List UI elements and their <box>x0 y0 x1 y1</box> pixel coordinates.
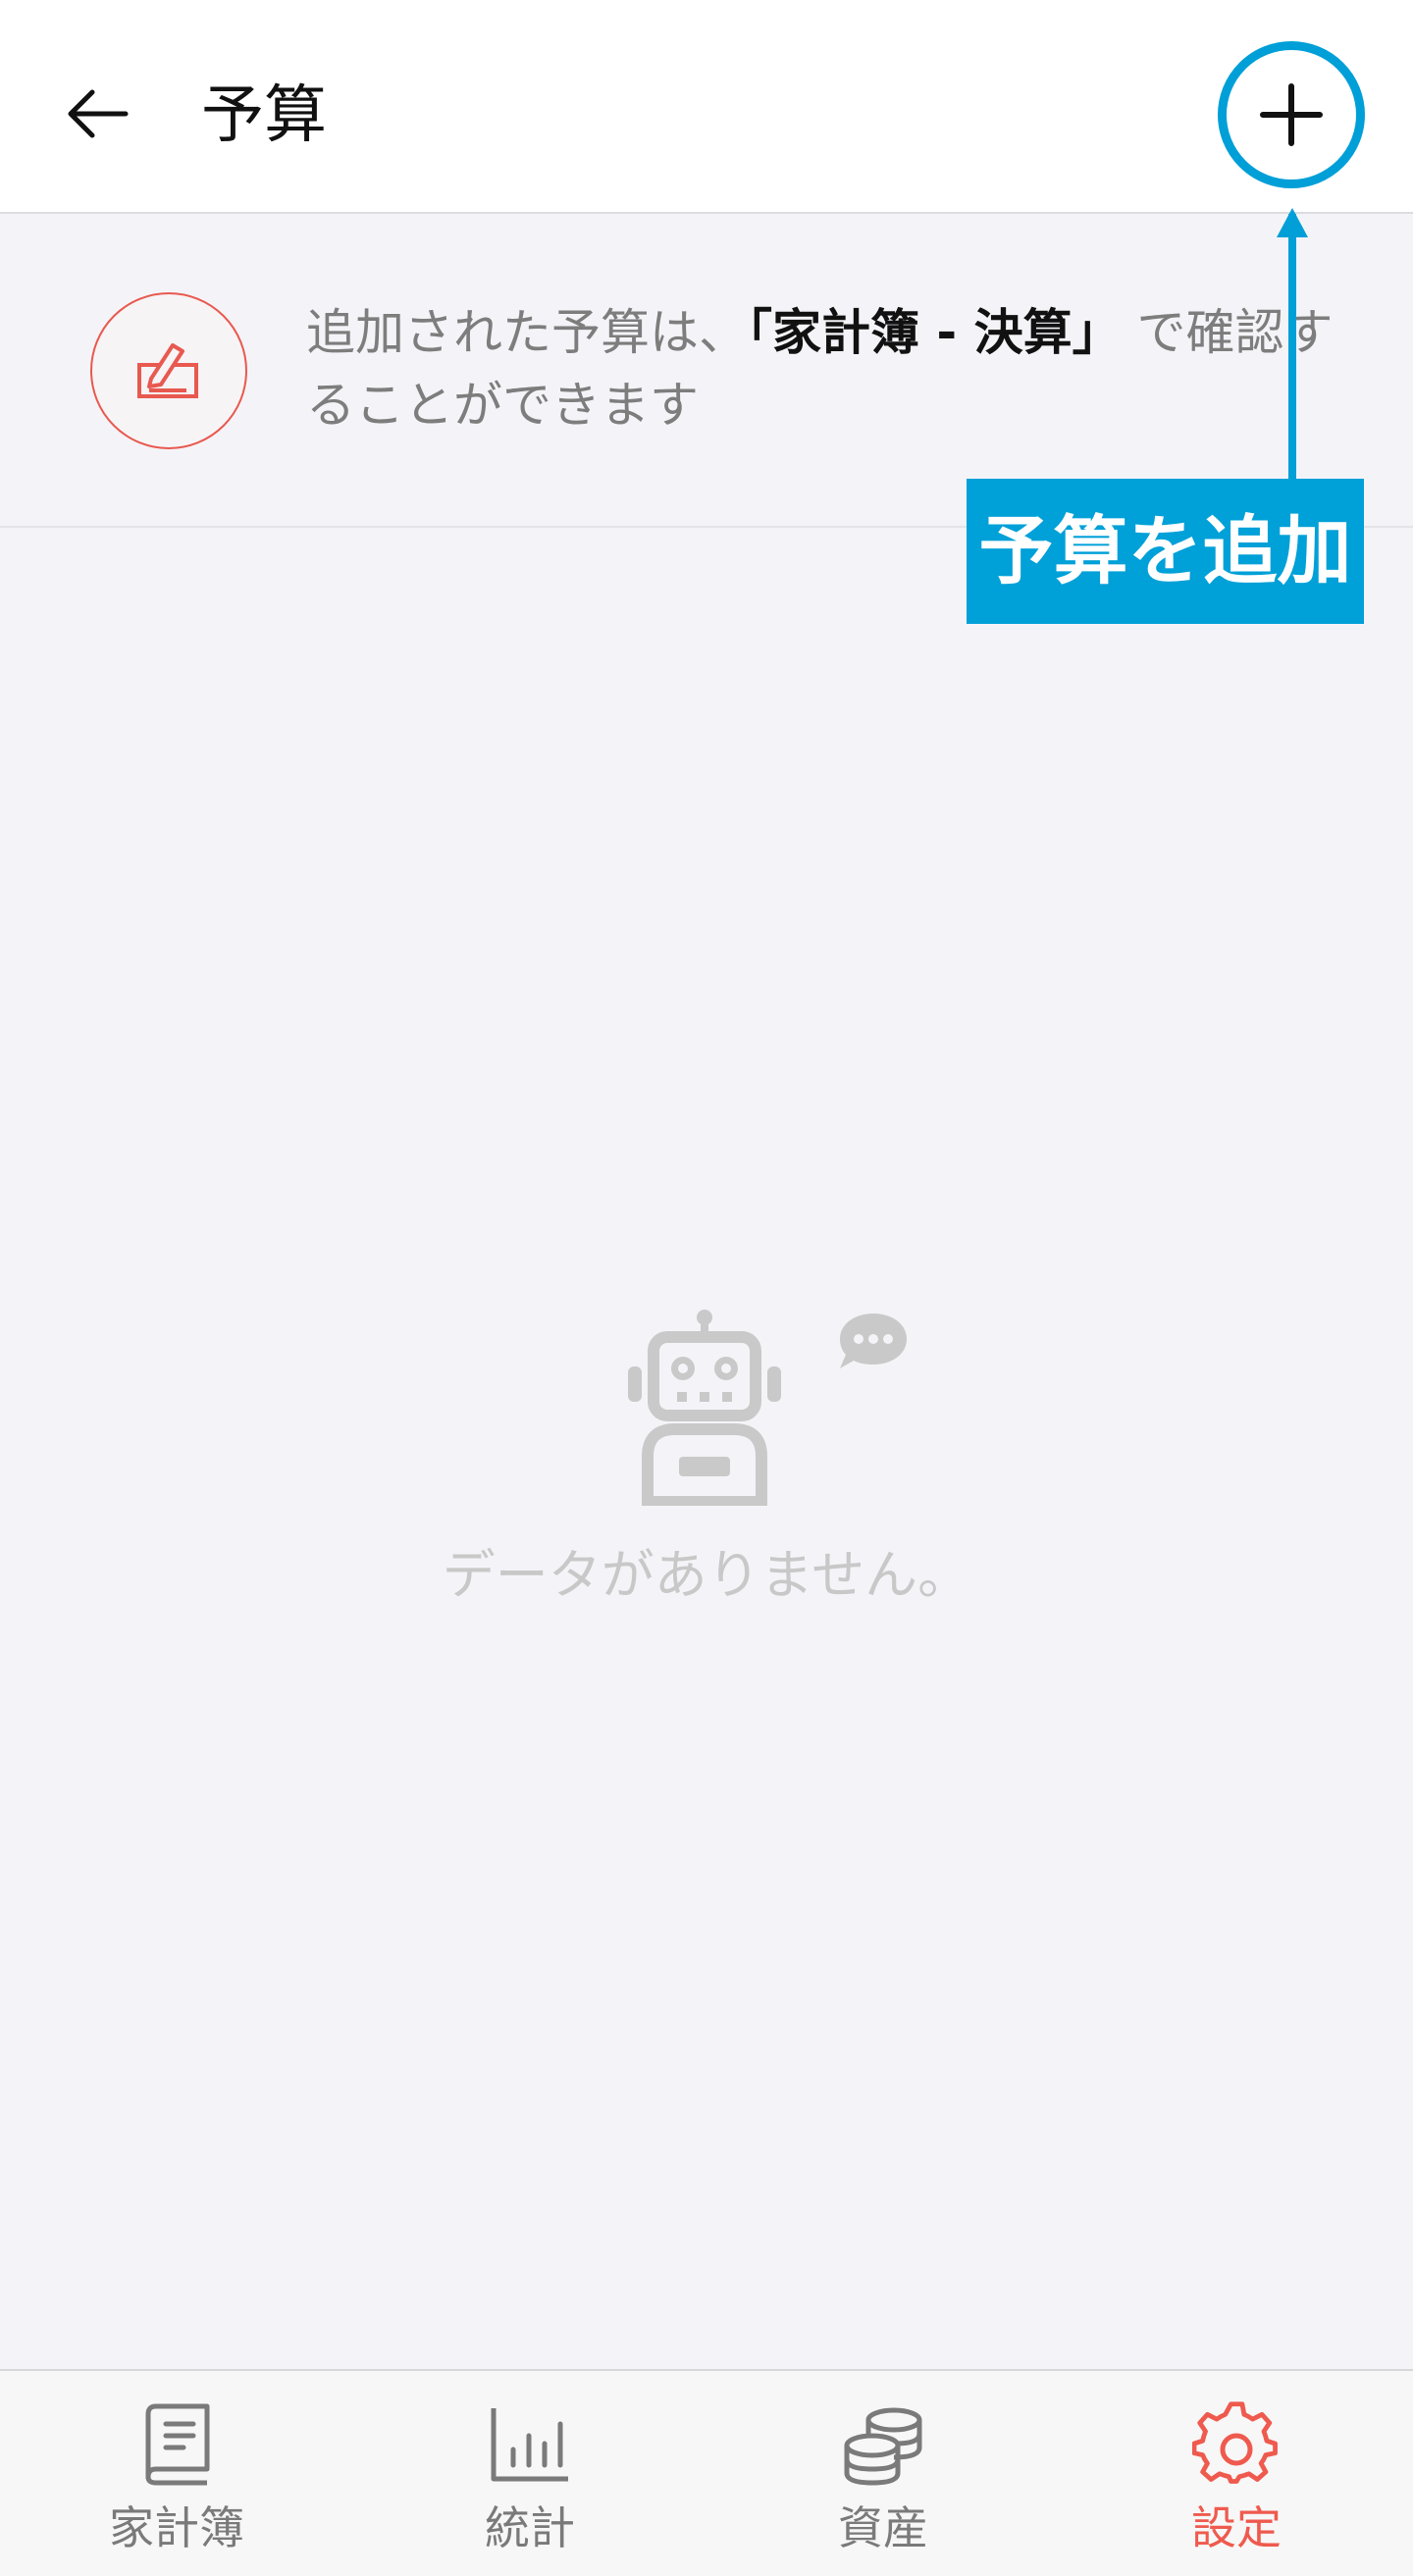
nav-item-kakeibo[interactable]: 家計簿 <box>0 2371 353 2576</box>
info-text-link: 「家計簿 - 決算」 <box>748 304 1122 361</box>
nav-label: 家計簿 <box>109 2501 244 2554</box>
book-icon <box>145 2403 210 2486</box>
empty-state-message: データがありません。 <box>442 1544 971 1606</box>
nav-label: 資産 <box>838 2501 928 2554</box>
empty-state-illustration <box>608 1310 922 1508</box>
nav-item-stats[interactable]: 統計 <box>353 2371 706 2576</box>
nav-label: 設定 <box>1191 2501 1282 2554</box>
coins-icon <box>844 2407 922 2486</box>
robot-chat-icon <box>628 1310 907 1508</box>
chart-icon <box>491 2408 568 2482</box>
plus-icon <box>1260 83 1323 146</box>
info-text-before: 追加された予算は、 <box>306 304 748 361</box>
callout-label: 予算を追加 <box>967 479 1364 624</box>
header-bar: 予算 <box>0 0 1413 214</box>
nav-label: 統計 <box>485 2501 575 2554</box>
bottom-nav: 家計簿 統計 資産 設定 <box>0 2369 1413 2576</box>
info-text: 追加された予算は、「家計簿 - 決算」 で確認することができます <box>306 296 1336 441</box>
nav-item-settings[interactable]: 設定 <box>1060 2371 1413 2576</box>
info-icon-circle <box>90 292 247 449</box>
callout-line <box>1288 214 1296 481</box>
edit-note-icon <box>137 343 198 398</box>
budget-screen: 予算 追加された予算は、「家計簿 - 決算」 で確認することができます 予算を追… <box>0 0 1413 2576</box>
arrow-left-icon <box>68 89 129 138</box>
back-button[interactable] <box>59 75 137 153</box>
page-title: 予算 <box>201 79 327 152</box>
add-budget-button[interactable] <box>1218 41 1365 188</box>
gear-icon <box>1192 2401 1278 2484</box>
nav-item-assets[interactable]: 資産 <box>706 2371 1060 2576</box>
